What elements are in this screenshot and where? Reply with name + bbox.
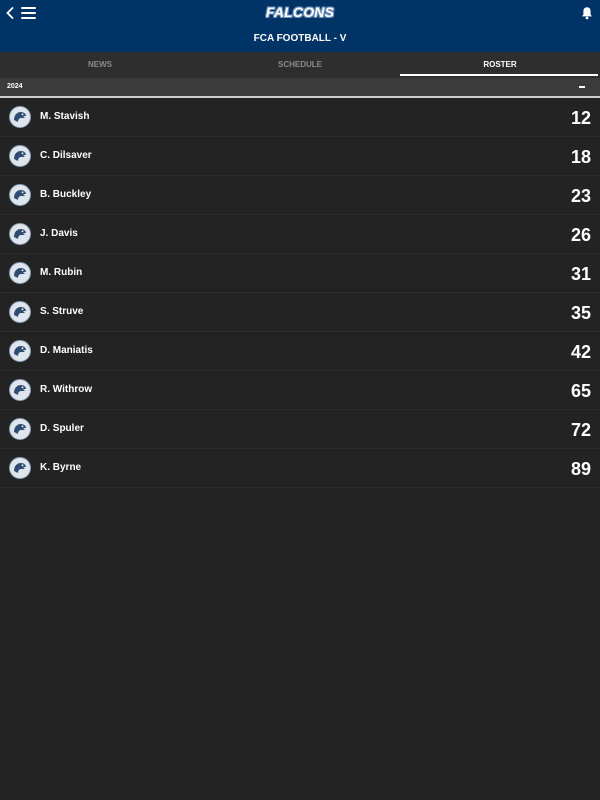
tab-schedule[interactable]: SCHEDULE xyxy=(200,52,400,78)
falcon-avatar-icon xyxy=(9,457,31,479)
roster-list: M. Stavish 12 C. Dilsaver 18 B. Buckley 23 J. … xyxy=(0,98,600,488)
team-logo: FALCONS xyxy=(265,4,335,20)
falcon-avatar-icon xyxy=(9,301,31,323)
falcon-avatar-icon xyxy=(9,418,31,440)
player-number: 89 xyxy=(570,459,591,479)
roster-row[interactable]: D. Maniatis 42 xyxy=(0,332,600,371)
player-number: 23 xyxy=(570,186,591,206)
tab-roster[interactable]: ROSTER xyxy=(400,52,600,78)
player-name: D. Spuler xyxy=(40,423,84,434)
roster-row[interactable]: B. Buckley 23 xyxy=(0,176,600,215)
player-name: S. Struve xyxy=(40,306,84,317)
player-name: M. Stavish xyxy=(40,111,90,122)
back-button[interactable] xyxy=(3,5,17,21)
falcon-avatar-icon xyxy=(9,262,31,284)
tab-bar: NEWS SCHEDULE ROSTER xyxy=(0,52,600,78)
falcon-avatar-icon xyxy=(9,184,31,206)
player-number: 26 xyxy=(570,225,591,245)
player-name: J. Davis xyxy=(40,228,78,239)
page-title: FCA FOOTBALL - V xyxy=(253,33,347,44)
player-name: R. Withrow xyxy=(40,384,93,395)
bell-icon[interactable] xyxy=(581,6,593,20)
player-number: 18 xyxy=(570,147,591,167)
season-header[interactable]: 2024 xyxy=(0,78,600,98)
player-number: 35 xyxy=(570,303,591,323)
roster-row[interactable]: R. Withrow 65 xyxy=(0,371,600,410)
falcon-avatar-icon xyxy=(9,223,31,245)
roster-row[interactable]: J. Davis 26 xyxy=(0,215,600,254)
player-number: 12 xyxy=(570,108,591,128)
player-name: M. Rubin xyxy=(40,267,83,278)
player-name: B. Buckley xyxy=(40,189,92,200)
roster-row[interactable]: D. Spuler 72 xyxy=(0,410,600,449)
chevron-left-icon xyxy=(6,7,14,19)
falcon-avatar-icon xyxy=(9,106,31,128)
falcon-avatar-icon xyxy=(9,340,31,362)
player-name: D. Maniatis xyxy=(40,345,93,356)
roster-row[interactable]: M. Stavish 12 xyxy=(0,98,600,137)
roster-row[interactable]: C. Dilsaver 18 xyxy=(0,137,600,176)
roster-row[interactable]: S. Struve 35 xyxy=(0,293,600,332)
tab-news[interactable]: NEWS xyxy=(0,52,200,78)
player-number: 31 xyxy=(570,264,591,284)
roster-row[interactable]: M. Rubin 31 xyxy=(0,254,600,293)
falcon-avatar-icon xyxy=(9,145,31,167)
player-number: 42 xyxy=(570,342,591,362)
minus-icon[interactable] xyxy=(579,86,585,88)
app-header: FALCONS FCA FOOTBALL - V xyxy=(0,0,600,52)
player-number: 65 xyxy=(570,381,591,401)
roster-row[interactable]: K. Byrne 89 xyxy=(0,449,600,488)
player-number: 72 xyxy=(570,420,591,440)
hamburger-menu-icon[interactable] xyxy=(21,7,36,19)
player-name: C. Dilsaver xyxy=(40,150,92,161)
player-name: K. Byrne xyxy=(40,462,82,473)
season-label: 2024 xyxy=(7,83,23,90)
falcon-avatar-icon xyxy=(9,379,31,401)
